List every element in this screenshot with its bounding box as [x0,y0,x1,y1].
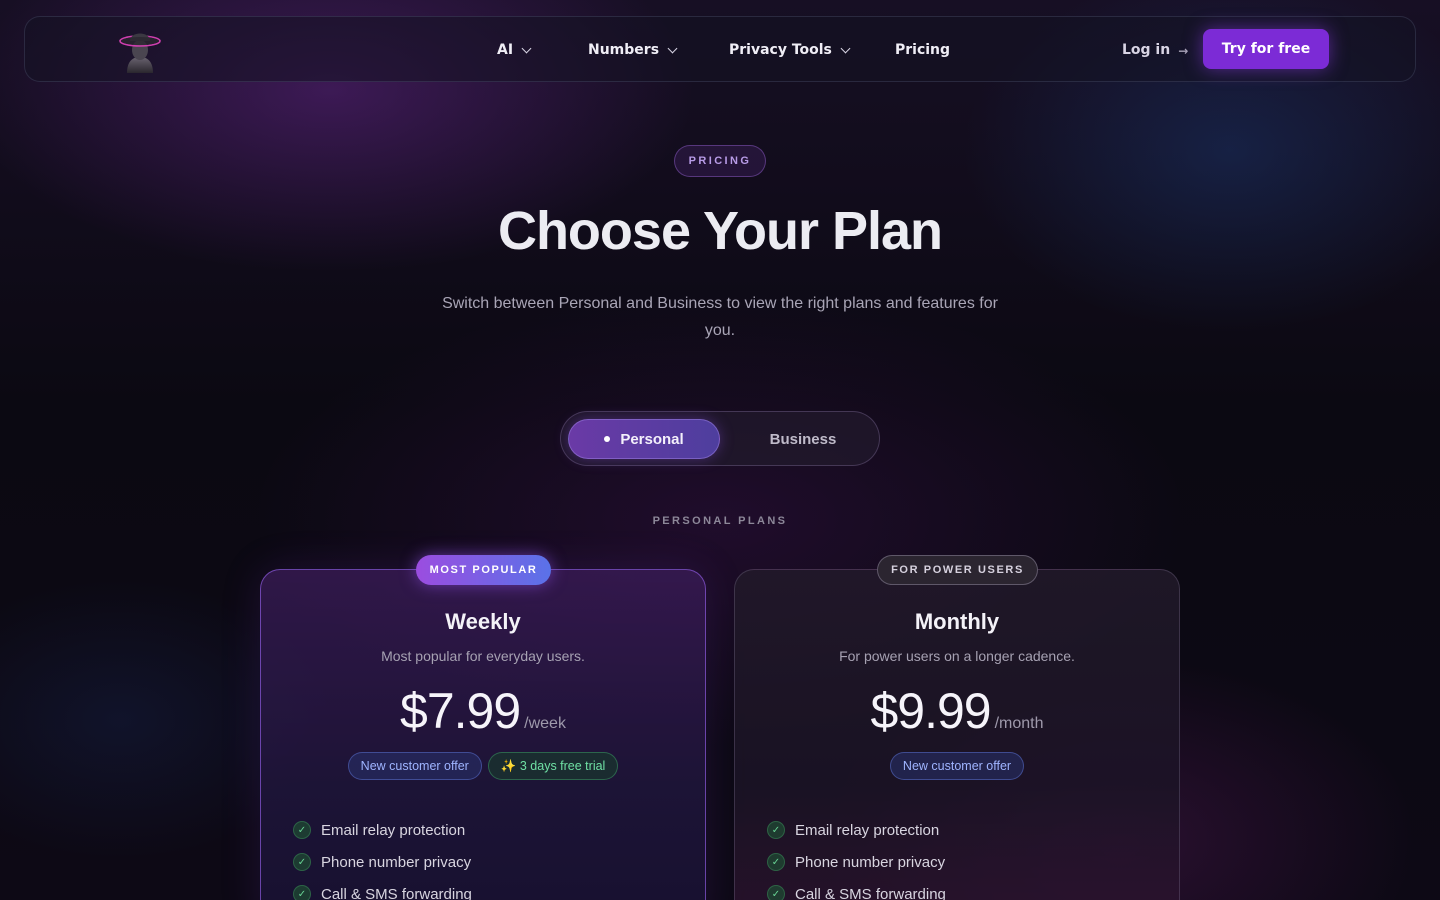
nav-item-label: Numbers [588,42,660,58]
toggle-business[interactable]: Business [727,419,879,459]
plan-card-weekly[interactable]: MOST POPULAR Weekly Most popular for eve… [260,555,706,900]
login-link[interactable]: Log in → [1122,39,1188,61]
list-item: ✓ Call & SMS forwarding [293,878,685,900]
plan-chips: New customer offer [735,752,1179,780]
feature-label: Email relay protection [795,821,940,839]
plan-name: Weekly [445,609,521,634]
try-for-free-button[interactable]: Try for free [1203,29,1329,69]
plan-description: For power users on a longer cadence. [839,648,1075,664]
plan-name: Monthly [914,609,1000,634]
feature-list: ✓ Email relay protection ✓ Phone number … [293,814,685,900]
plan-period: /week [524,715,566,732]
plan-type-toggle: Personal Business [560,411,880,466]
check-icon: ✓ [293,885,311,900]
check-icon: ✓ [767,853,785,871]
nav-item-label: Pricing [895,42,951,58]
chevron-down-icon [667,43,678,53]
plan-badge: MOST POPULAR [416,555,551,585]
list-item: ✓ Email relay protection [767,814,1159,846]
arrow-right-icon: → [1178,44,1189,58]
feature-label: Phone number privacy [321,853,472,871]
pricing-tag: PRICING [674,145,766,177]
plan-period: /month [994,715,1044,732]
check-icon: ✓ [293,853,311,871]
feature-label: Email relay protection [321,821,466,839]
page-title: Choose Your Plan [497,201,943,261]
nav-item-numbers[interactable]: Numbers [588,39,678,61]
active-dot-icon [604,436,611,442]
plan-price: $9.99 [870,683,991,739]
chevron-down-icon [521,43,532,53]
list-item: ✓ Email relay protection [293,814,685,846]
check-icon: ✓ [293,821,311,839]
toggle-business-label: Business [769,430,837,448]
plan-badge: FOR POWER USERS [877,555,1038,585]
nav-item-label: AI [497,42,514,58]
toggle-personal[interactable]: Personal [568,419,720,459]
nav-item-privacy-tools[interactable]: Privacy Tools [729,39,851,61]
feature-label: Phone number privacy [795,853,946,871]
check-icon: ✓ [767,821,785,839]
plan-description: Most popular for everyday users. [381,648,585,664]
price-row: $9.99 /month [735,682,1179,740]
feature-label: Call & SMS forwarding [795,885,946,900]
nav-item-pricing[interactable]: Pricing [895,39,950,61]
plan-card-monthly[interactable]: FOR POWER USERS Monthly For power users … [734,555,1180,900]
top-navbar: AI Numbers Privacy Tools Pricing Log in … [24,16,1416,82]
login-label: Log in [1122,42,1171,58]
check-icon: ✓ [767,885,785,900]
feature-label: Call & SMS forwarding [321,885,472,900]
list-item: ✓ Phone number privacy [293,846,685,878]
section-label: PERSONAL PLANS [652,515,788,527]
nav-item-ai[interactable]: AI [497,39,532,61]
feature-list: ✓ Email relay protection ✓ Phone number … [767,814,1159,900]
new-customer-offer-chip: New customer offer [347,752,482,780]
new-customer-offer-chip: New customer offer [889,752,1025,780]
chevron-down-icon [840,43,851,53]
free-trial-chip: ✨ 3 days free trial [487,752,619,780]
page-subtitle: Switch between Personal and Business to … [442,295,998,339]
plan-chips: New customer offer ✨ 3 days free trial [261,752,705,780]
list-item: ✓ Phone number privacy [767,846,1159,878]
list-item: ✓ Call & SMS forwarding [767,878,1159,900]
toggle-personal-label: Personal [620,430,684,448]
plan-price: $7.99 [400,683,521,739]
nav-item-label: Privacy Tools [729,42,832,58]
price-row: $7.99 /week [261,682,705,740]
